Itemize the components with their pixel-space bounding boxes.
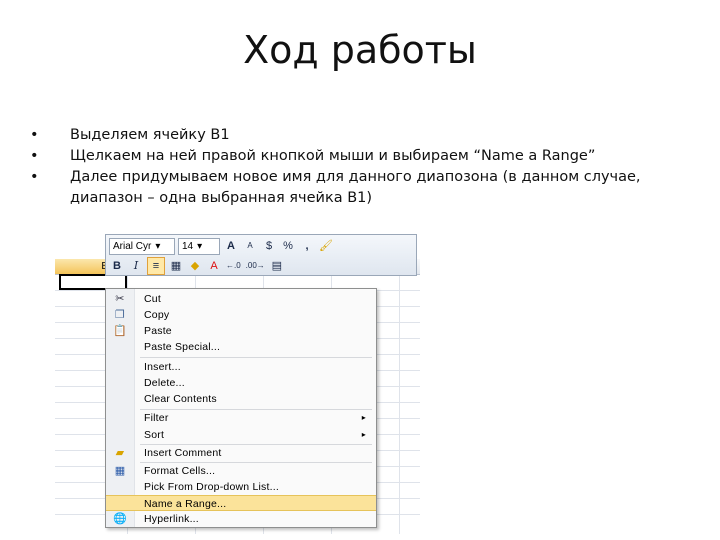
- scissors-icon: ✂: [115, 293, 125, 305]
- bold-button[interactable]: B: [109, 258, 125, 274]
- shrink-font-icon[interactable]: A: [242, 238, 258, 254]
- bullet-item: • Выделяем ячейку B1: [30, 125, 700, 146]
- grid-line: [399, 259, 400, 534]
- comma-format-icon[interactable]: ,: [299, 238, 315, 254]
- menu-item-label: Delete...: [144, 377, 185, 389]
- font-size-select[interactable]: 14 ▾: [178, 237, 220, 255]
- menu-item-label: Sort: [144, 429, 165, 441]
- context-menu: ✂ Cut ❐ Copy 📋 Paste Paste Special... In…: [105, 288, 377, 528]
- menu-item-insert-comment[interactable]: ▰ Insert Comment: [106, 445, 376, 461]
- increase-decimal-icon[interactable]: ←.0: [225, 258, 242, 274]
- menu-item-filter[interactable]: Filter ▸: [106, 410, 376, 426]
- menu-item-label: Name a Range...: [144, 498, 227, 510]
- font-name-select[interactable]: Arial Cyr ▾: [109, 237, 175, 255]
- menu-item-hyperlink[interactable]: 🌐 Hyperlink...: [106, 511, 376, 527]
- menu-item-copy[interactable]: ❐ Copy: [106, 307, 376, 323]
- bullet-item: • Далее придумываем новое имя для данног…: [30, 167, 700, 209]
- menu-item-label: Copy: [144, 309, 170, 321]
- italic-button[interactable]: I: [128, 258, 144, 274]
- grow-font-icon[interactable]: A: [223, 238, 239, 254]
- borders-icon[interactable]: ▦: [168, 258, 184, 274]
- menu-item-label: Paste Special...: [144, 341, 221, 353]
- bullet-text-continuation: диапазон – одна выбранная ячейка B1): [70, 190, 373, 206]
- hyperlink-icon: 🌐: [113, 513, 127, 525]
- mini-toolbar-row-1: Arial Cyr ▾ 14 ▾ A A $ % , 🖌: [109, 237, 334, 255]
- menu-item-paste[interactable]: 📋 Paste: [106, 323, 376, 339]
- bullet-list: • Выделяем ячейку B1 • Щелкаем на ней пр…: [30, 125, 700, 209]
- mini-toolbar: Arial Cyr ▾ 14 ▾ A A $ % , 🖌 B I ≡ ▦ ◆ A…: [105, 234, 417, 276]
- menu-item-format-cells[interactable]: ▦ Format Cells...: [106, 463, 376, 479]
- menu-item-label: Insert...: [144, 361, 181, 373]
- submenu-arrow-icon: ▸: [361, 413, 366, 422]
- chevron-down-icon: ▾: [155, 240, 161, 252]
- format-painter-icon[interactable]: 🖌: [318, 238, 334, 254]
- font-size-value: 14: [182, 240, 194, 252]
- copy-icon: ❐: [114, 309, 126, 321]
- bullet-text: Щелкаем на ней правой кнопкой мыши и выб…: [70, 148, 596, 164]
- menu-item-paste-special[interactable]: Paste Special...: [106, 339, 376, 355]
- menu-item-label: Clear Contents: [144, 393, 217, 405]
- bullet-dot: •: [30, 169, 39, 185]
- menu-item-label: Hyperlink...: [144, 513, 199, 525]
- slide-title: Ход работы: [243, 28, 477, 72]
- excel-screenshot: B Arial Cyr ▾ 14 ▾ A A $ % , 🖌 B I ≡ ▦ ◆: [55, 234, 420, 534]
- merge-cells-icon[interactable]: ▤: [269, 258, 285, 274]
- align-center-button[interactable]: ≡: [147, 257, 165, 275]
- menu-item-name-a-range[interactable]: Name a Range...: [106, 495, 376, 511]
- comment-icon: ▰: [115, 447, 125, 459]
- bullet-text: Далее придумываем новое имя для данного …: [70, 169, 641, 185]
- chevron-down-icon: ▾: [197, 240, 203, 252]
- format-cells-icon: ▦: [114, 465, 126, 477]
- bullet-text: Выделяем ячейку B1: [70, 127, 230, 143]
- menu-item-sort[interactable]: Sort ▸: [106, 427, 376, 443]
- menu-item-delete[interactable]: Delete...: [106, 375, 376, 391]
- menu-separator: [140, 357, 372, 358]
- paste-icon: 📋: [113, 325, 127, 337]
- font-name-value: Arial Cyr: [113, 240, 152, 252]
- menu-item-label: Cut: [144, 293, 161, 305]
- currency-format-icon[interactable]: $: [261, 238, 277, 254]
- menu-item-label: Paste: [144, 325, 172, 337]
- decrease-decimal-icon[interactable]: .00→: [245, 258, 266, 274]
- menu-item-pick-from-list[interactable]: Pick From Drop-down List...: [106, 479, 376, 495]
- submenu-arrow-icon: ▸: [361, 430, 366, 439]
- menu-item-insert[interactable]: Insert...: [106, 359, 376, 375]
- menu-item-label: Format Cells...: [144, 465, 216, 477]
- mini-toolbar-row-2: B I ≡ ▦ ◆ A ←.0 .00→ ▤: [109, 257, 285, 275]
- menu-item-clear-contents[interactable]: Clear Contents: [106, 391, 376, 407]
- bullet-item: • Щелкаем на ней правой кнопкой мыши и в…: [30, 146, 700, 167]
- menu-item-label: Filter: [144, 412, 169, 424]
- fill-color-icon[interactable]: ◆: [187, 258, 203, 274]
- menu-item-cut[interactable]: ✂ Cut: [106, 291, 376, 307]
- bullet-dot: •: [30, 148, 39, 164]
- bullet-dot: •: [30, 127, 39, 143]
- menu-item-label: Pick From Drop-down List...: [144, 481, 279, 493]
- menu-item-label: Insert Comment: [144, 447, 222, 459]
- percent-format-icon[interactable]: %: [280, 238, 296, 254]
- font-color-icon[interactable]: A: [206, 258, 222, 274]
